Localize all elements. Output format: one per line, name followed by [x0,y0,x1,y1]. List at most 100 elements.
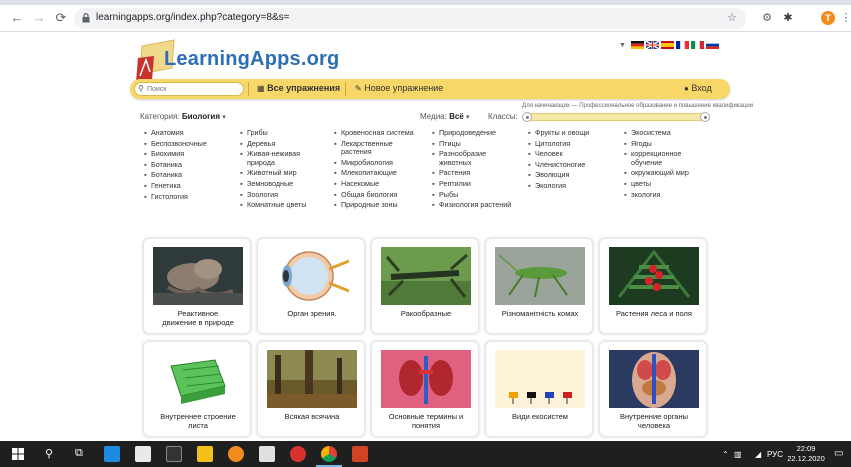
flag-fr-icon[interactable] [675,41,689,49]
new-exercise-button[interactable]: ✎ Новое упражнение [355,83,443,93]
category-link[interactable]: ▪ Животный мир [240,169,306,178]
puzzle-icon[interactable]: ✱ [780,10,796,26]
network-icon[interactable]: ▥ [734,450,742,459]
slider-max-handle[interactable] [700,112,710,122]
exercise-title: Внутренние органы человека [619,412,689,430]
exercise-card[interactable]: Внутреннее строение листа [143,341,251,437]
category-link[interactable]: ▪ Генетика [144,181,207,191]
category-link[interactable]: ▪ Разнообразие животных [432,149,511,167]
category-link[interactable]: ▪ Фрукты и овощи [528,128,589,138]
powerpoint-icon[interactable] [352,446,368,462]
flag-de-icon[interactable] [630,41,644,49]
app-orange-icon[interactable] [228,446,244,462]
language-selector[interactable]: ▼ [619,40,719,50]
exercise-card[interactable]: Основные термины и понятия [371,341,479,437]
exercise-card[interactable]: Види екосистем [485,341,593,437]
chrome-icon[interactable] [321,446,337,462]
category-link[interactable]: ▪ Растения [432,169,511,178]
notifications-icon[interactable]: ▭ [834,448,843,459]
yandex-browser-icon[interactable] [290,446,306,462]
exercise-card[interactable]: Всякая всячина [257,341,365,437]
category-link-label: Природоведение [439,128,496,137]
category-link[interactable]: ▪ Экология [528,181,589,191]
exercise-card[interactable]: Растения леса и поля [599,238,707,334]
login-button[interactable]: ● Вход [684,83,712,93]
category-link[interactable]: ▪ Общая биология [334,190,414,200]
category-link[interactable]: ▪ Цитология [528,139,589,149]
category-link[interactable]: ▪ Человек [528,149,589,159]
category-link[interactable]: ▪ Ботаника [144,171,207,180]
category-link[interactable]: ▪ Зоология [240,190,306,200]
category-link[interactable]: ▪ коррекционное обучение [624,149,689,167]
menu-dots-icon[interactable]: ⋮ [838,10,851,26]
category-link[interactable]: ▪ Биохимия [144,149,207,159]
category-link[interactable]: ▪ Физиология растений [432,201,511,210]
store-app-icon[interactable] [135,446,151,462]
profile-avatar[interactable]: T [821,11,835,25]
grade-range-slider[interactable] [522,112,710,122]
category-link[interactable]: ▪ Природные зоны [334,201,414,210]
forward-icon[interactable]: → [30,9,48,27]
chevron-up-icon[interactable]: ⌃ [722,450,729,459]
flag-uk-icon[interactable] [645,41,659,49]
flag-es-icon[interactable] [660,41,674,49]
category-link-label: Человек [535,149,563,159]
exercise-card[interactable]: Ракообразные [371,238,479,334]
category-link[interactable]: ▪ Деревья [240,139,306,149]
exercise-card[interactable]: Реактивное движение в природе [143,238,251,334]
exercise-thumbnail [495,350,585,408]
category-link[interactable]: ▪ Ягоды [624,139,689,149]
category-link[interactable]: ▪ Рыбы [432,190,511,200]
category-link[interactable]: ▪ Эволюция [528,171,589,180]
flag-ru-icon[interactable] [705,41,719,49]
category-link[interactable]: ▪ Млекопитающие [334,169,414,178]
category-link[interactable]: ▪ Кровеносная система [334,128,414,138]
reload-icon[interactable]: ⟳ [52,9,70,27]
address-bar[interactable]: learningapps.org/index.php?category=8&s=… [74,8,746,29]
file-explorer-icon[interactable] [197,446,213,462]
category-link[interactable]: ▪ Комнатные цветы [240,201,306,210]
search-box[interactable]: ⚲ [134,82,244,96]
category-link[interactable]: ▪ экология [624,190,689,200]
category-link[interactable]: ▪ Рептилии [432,179,511,189]
search-input[interactable] [147,83,241,95]
category-link[interactable]: ▪ Членистоногие [528,160,589,170]
flag-it-icon[interactable] [690,41,704,49]
all-exercises-button[interactable]: ▦ Все упражнения [257,83,340,93]
extension-icon[interactable]: ⚙ [759,10,775,26]
media-filter[interactable]: Медиа: Всё ▾ [420,112,470,121]
slider-min-handle[interactable] [522,112,532,122]
exercise-title: Реактивное движение в природе [162,309,234,327]
category-link[interactable]: ▪ Живая-неживая природа [240,149,306,167]
back-icon[interactable]: ← [8,9,26,27]
category-link[interactable]: ▪ Гистология [144,192,207,202]
exercise-card[interactable]: Орган зрения. [257,238,365,334]
exercise-card[interactable]: Різноманітність комах [485,238,593,334]
mail-app-icon[interactable] [104,446,120,462]
category-link[interactable]: ▪ Птицы [432,139,511,149]
language-indicator[interactable]: РУС [767,450,783,459]
category-link[interactable]: ▪ Насекомые [334,179,414,189]
category-link[interactable]: ▪ окружающий мир [624,169,689,178]
category-link[interactable]: ▪ Беспозвоночные [144,139,207,149]
category-link[interactable]: ▪ Грибы [240,128,306,138]
category-link[interactable]: ▪ цветы [624,179,689,189]
category-link[interactable]: ▪ Земноводные [240,179,306,189]
star-icon[interactable]: ☆ [724,10,740,26]
category-link[interactable]: ▪ Микробиология [334,158,414,168]
yandex-app-icon[interactable] [259,446,275,462]
search-icon[interactable]: ⚲ [45,447,53,460]
category-link[interactable]: ▪ Ботаника [144,160,207,170]
category-link[interactable]: ▪ Экосистема [624,128,689,138]
category-link[interactable]: ▪ Анатомия [144,128,207,138]
category-filter[interactable]: Категория: Биология ▾ [140,112,226,121]
media-app-icon[interactable] [166,446,182,462]
volume-icon[interactable]: ◢ [755,450,761,459]
clock[interactable]: 22:09 22.12.2020 [786,444,826,464]
windows-start-icon[interactable] [10,446,26,462]
exercise-card[interactable]: Внутренние органы человека [599,341,707,437]
category-link[interactable]: ▪ Природоведение [432,128,511,138]
exercise-title: Орган зрения. [287,309,337,318]
task-view-icon[interactable]: ⧉ [75,447,83,460]
category-link[interactable]: ▪ Лекарственные растения [334,139,414,157]
